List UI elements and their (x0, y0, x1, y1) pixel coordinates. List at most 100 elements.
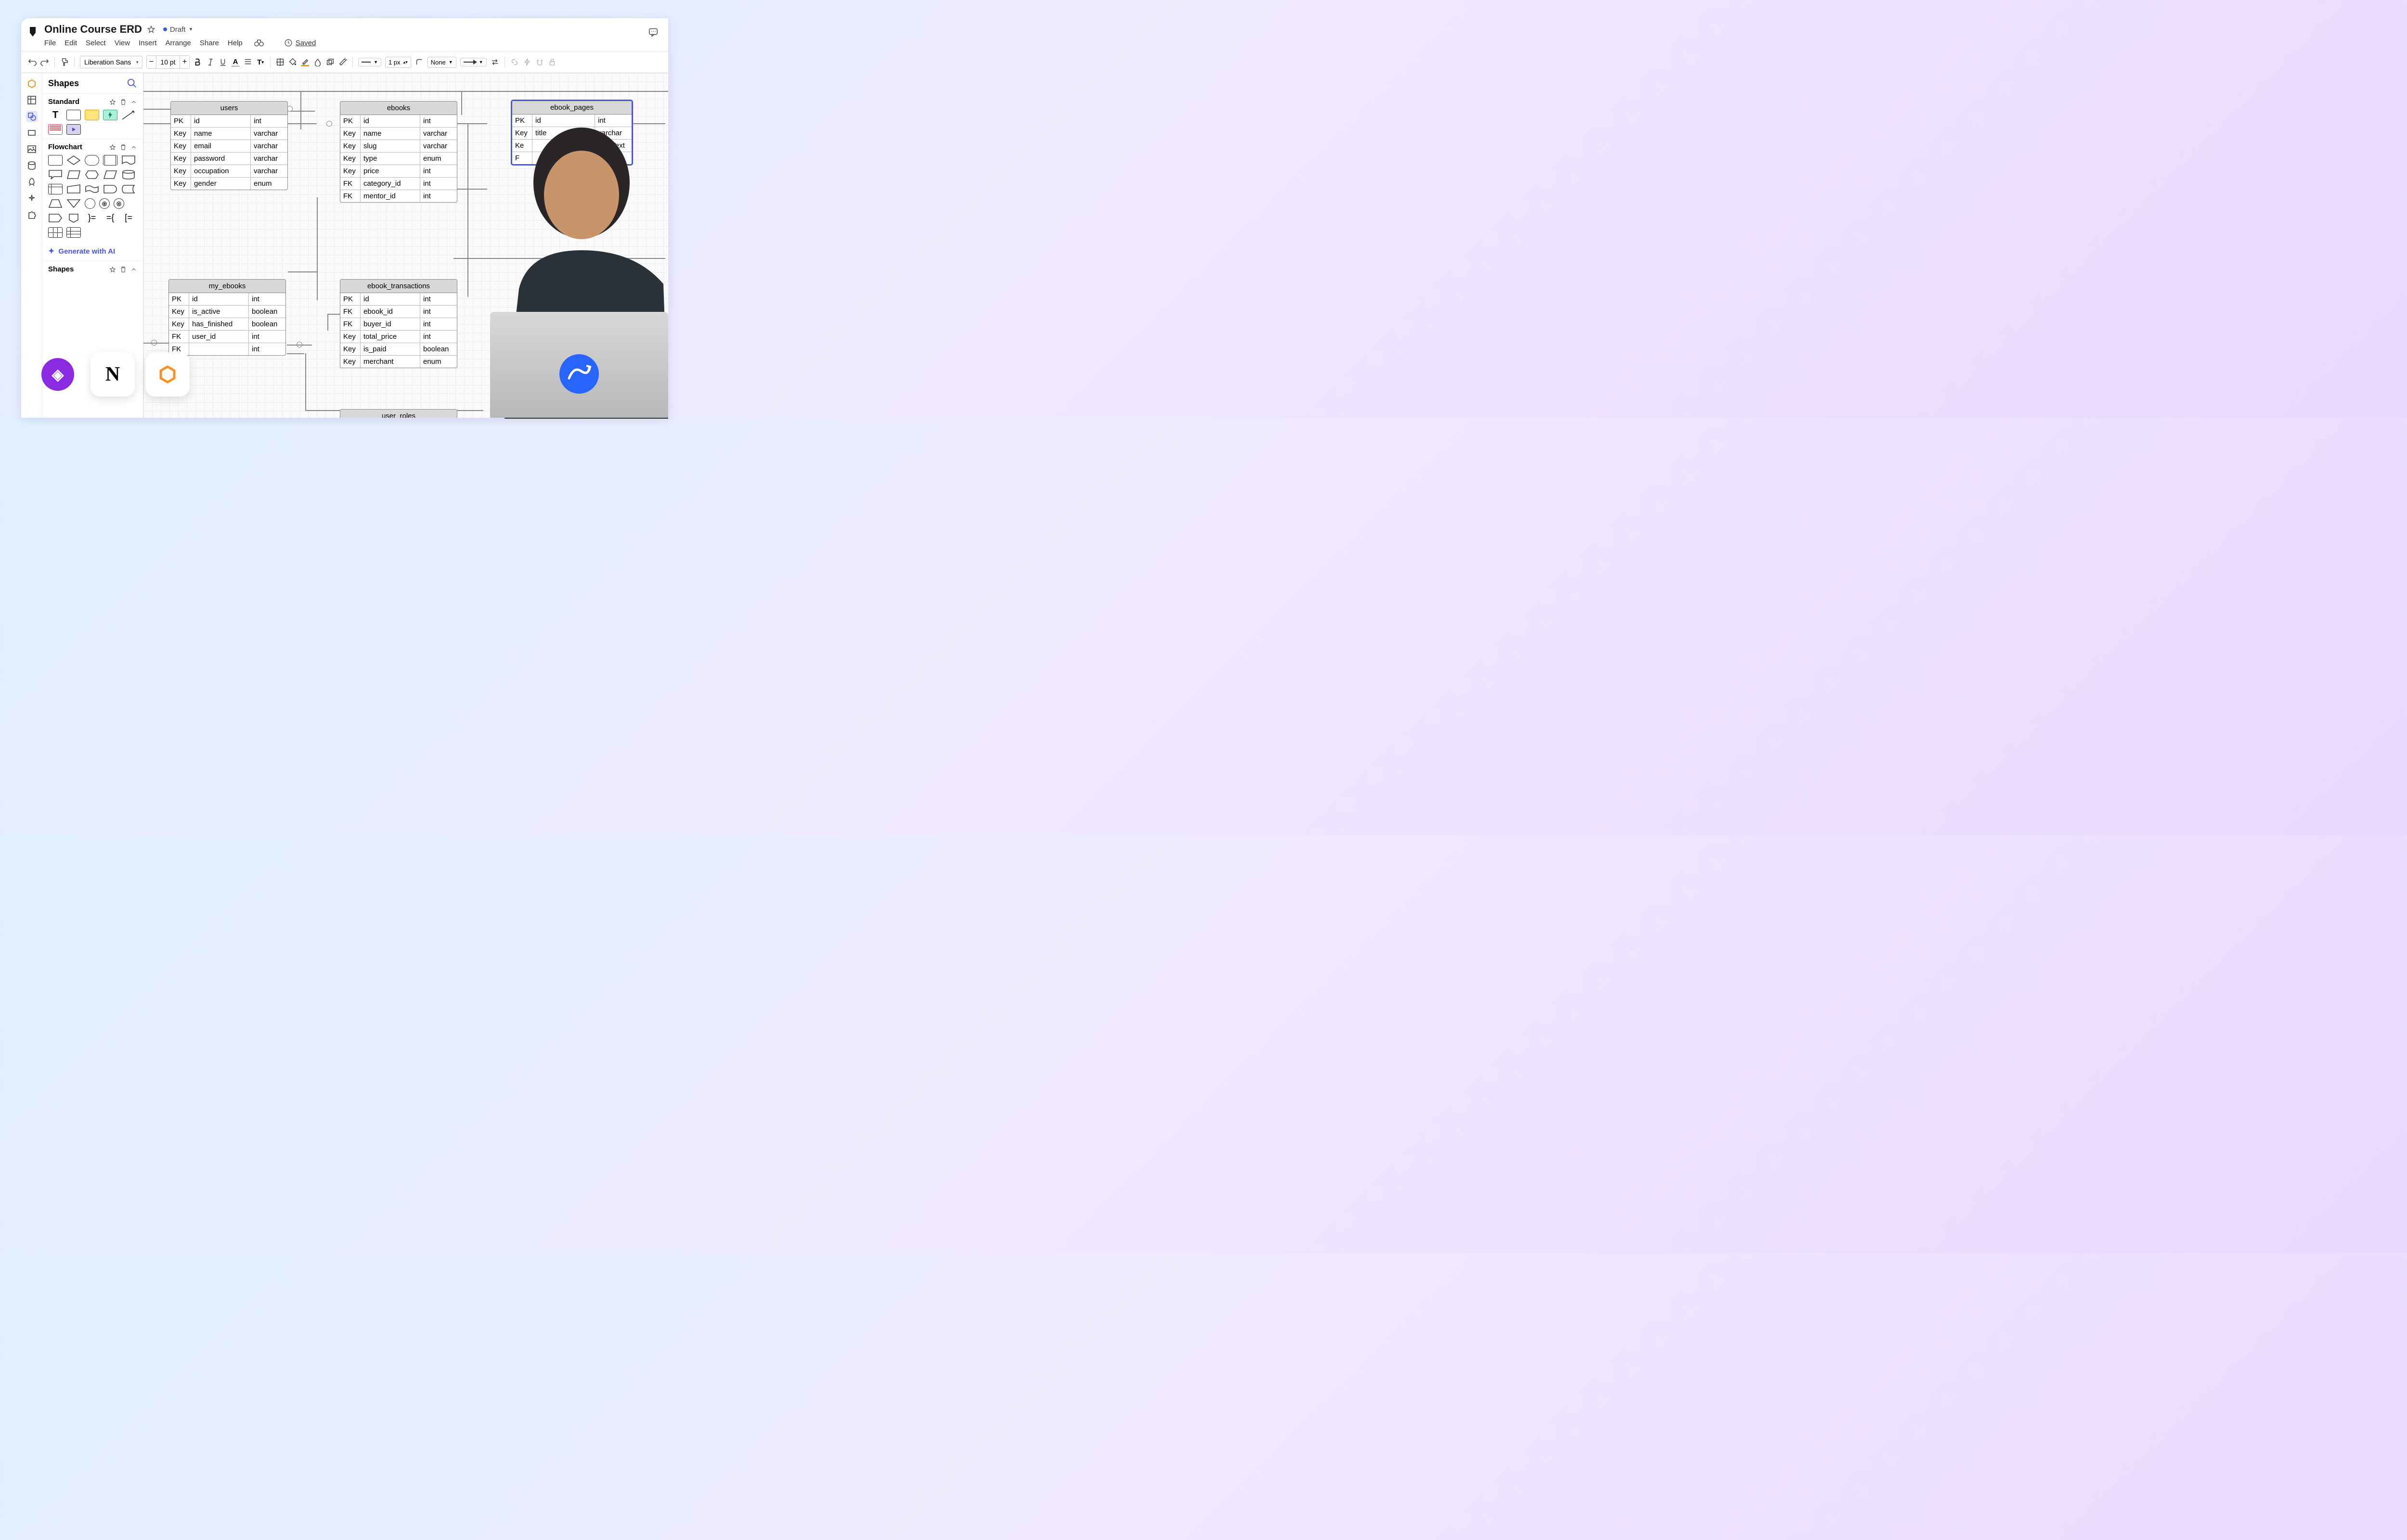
menu-edit[interactable]: Edit (65, 39, 77, 47)
shape-decision[interactable] (66, 155, 81, 166)
shape-stored[interactable] (121, 184, 136, 194)
shape-note[interactable] (85, 110, 99, 120)
collapse-icon[interactable] (130, 99, 137, 105)
pin-icon[interactable] (109, 144, 116, 151)
favorite-star-icon[interactable] (147, 25, 155, 34)
line-width-select[interactable]: 1 px▴▾ (385, 57, 411, 68)
italic-icon[interactable] (206, 58, 215, 66)
shape-data[interactable] (66, 169, 81, 180)
rail-grid-icon[interactable] (26, 94, 38, 106)
shape-triangle[interactable] (66, 198, 81, 209)
shape-document[interactable] (121, 155, 136, 166)
shape-text[interactable]: T (48, 110, 63, 120)
shape-list[interactable] (48, 124, 63, 135)
trash-icon[interactable] (120, 144, 127, 151)
pin-icon[interactable] (109, 266, 116, 273)
entity-ebook-transactions[interactable]: ebook_transactions PKidint FKebook_idint… (340, 279, 457, 368)
font-size-increase[interactable]: + (180, 56, 189, 68)
shape-delay[interactable] (103, 184, 117, 194)
swap-ends-icon[interactable] (491, 58, 499, 66)
rail-puzzle-icon[interactable] (26, 209, 38, 220)
menu-share[interactable]: Share (200, 39, 219, 47)
endpoint-arrow-select[interactable]: ▼ (460, 58, 487, 66)
shape-wave[interactable] (85, 184, 99, 194)
menu-select[interactable]: Select (86, 39, 106, 47)
shape-trapezoid[interactable] (48, 198, 63, 209)
menu-arrange[interactable]: Arrange (166, 39, 191, 47)
shape-brace-right[interactable]: }= (85, 213, 99, 223)
shape-parallelogram[interactable] (103, 169, 117, 180)
trash-icon[interactable] (120, 99, 127, 105)
undo-icon[interactable] (28, 58, 37, 66)
shape-list2[interactable] (66, 227, 81, 238)
shape-cylinder[interactable] (121, 169, 136, 180)
border-color-icon[interactable] (301, 58, 310, 66)
rail-lucid-icon[interactable] (26, 78, 38, 90)
font-family-select[interactable]: Liberation Sans (80, 56, 142, 68)
shape-manual[interactable] (66, 184, 81, 194)
saved-status[interactable]: Saved (296, 39, 316, 47)
find-icon[interactable] (254, 38, 264, 47)
align-icon[interactable] (244, 58, 252, 66)
shape-callout[interactable] (48, 169, 63, 180)
entity-my-ebooks[interactable]: my_ebooks PKidint Keyis_activeboolean Ke… (168, 279, 286, 356)
shape-play[interactable] (66, 124, 81, 135)
shape-predefined[interactable] (103, 155, 117, 166)
rail-container-icon[interactable] (26, 127, 38, 139)
collapse-icon[interactable] (130, 266, 137, 273)
font-size-decrease[interactable]: − (147, 56, 156, 68)
shape-note2[interactable]: [= (121, 213, 136, 223)
font-size-value[interactable]: 10 pt (156, 56, 180, 68)
comments-icon[interactable] (648, 27, 659, 38)
format-painter-icon[interactable] (60, 58, 69, 66)
menu-view[interactable]: View (115, 39, 130, 47)
status-dropdown[interactable]: Draft ▼ (163, 26, 193, 34)
search-icon[interactable] (127, 78, 137, 89)
lock-icon[interactable] (548, 58, 556, 66)
magnet-icon[interactable] (535, 58, 544, 66)
document-title[interactable]: Online Course ERD (44, 23, 142, 36)
shape-brace-left[interactable]: ={ (103, 213, 117, 223)
endpoint-none-select[interactable]: None▼ (427, 57, 456, 68)
collapse-icon[interactable] (130, 144, 137, 151)
shape-arrow[interactable] (121, 110, 136, 120)
layers-icon[interactable] (326, 58, 335, 66)
shape-hexagon[interactable] (85, 169, 99, 180)
shape-table[interactable] (48, 227, 63, 238)
link-icon[interactable] (510, 58, 519, 66)
shape-rect[interactable] (66, 110, 81, 120)
entity-users[interactable]: users PKidint Keynamevarchar Keyemailvar… (170, 101, 288, 190)
line-corner-icon[interactable] (415, 58, 424, 66)
shape-sum[interactable]: ⊕ (99, 198, 110, 209)
shape-pentagon[interactable] (48, 213, 63, 223)
shape-circle[interactable] (85, 198, 95, 209)
redo-icon[interactable] (40, 58, 49, 66)
menu-file[interactable]: File (44, 39, 56, 47)
menu-insert[interactable]: Insert (139, 39, 157, 47)
line-style-select[interactable]: ▼ (358, 58, 381, 66)
underline-icon[interactable] (219, 58, 227, 66)
text-color-icon[interactable]: A (231, 58, 240, 66)
drop-icon[interactable] (313, 58, 322, 66)
pin-icon[interactable] (109, 99, 116, 105)
rail-rocket-icon[interactable] (26, 176, 38, 188)
shape-or[interactable]: ⊗ (114, 198, 124, 209)
rail-image-icon[interactable] (26, 143, 38, 155)
shape-process[interactable] (48, 155, 63, 166)
fill-icon[interactable] (288, 58, 297, 66)
entity-ebooks[interactable]: ebooks PKidint Keynamevarchar Keyslugvar… (340, 101, 457, 203)
magic-wand-icon[interactable] (338, 58, 347, 66)
shape-offpage[interactable] (66, 213, 81, 223)
menu-help[interactable]: Help (228, 39, 243, 47)
rail-data-icon[interactable] (26, 160, 38, 171)
entity-user-roles[interactable]: user_roles (340, 409, 457, 418)
generate-with-ai-button[interactable]: ✦ Generate with AI (42, 242, 143, 261)
shape-ai[interactable] (103, 110, 117, 120)
trash-icon[interactable] (120, 266, 127, 273)
rail-shapes-icon[interactable] (26, 111, 38, 122)
text-options-icon[interactable]: T▾ (256, 58, 265, 66)
shape-fit-icon[interactable] (276, 58, 285, 66)
bold-icon[interactable] (194, 58, 202, 66)
bolt-icon[interactable] (523, 58, 531, 66)
rail-sparkle-icon[interactable] (26, 192, 38, 204)
